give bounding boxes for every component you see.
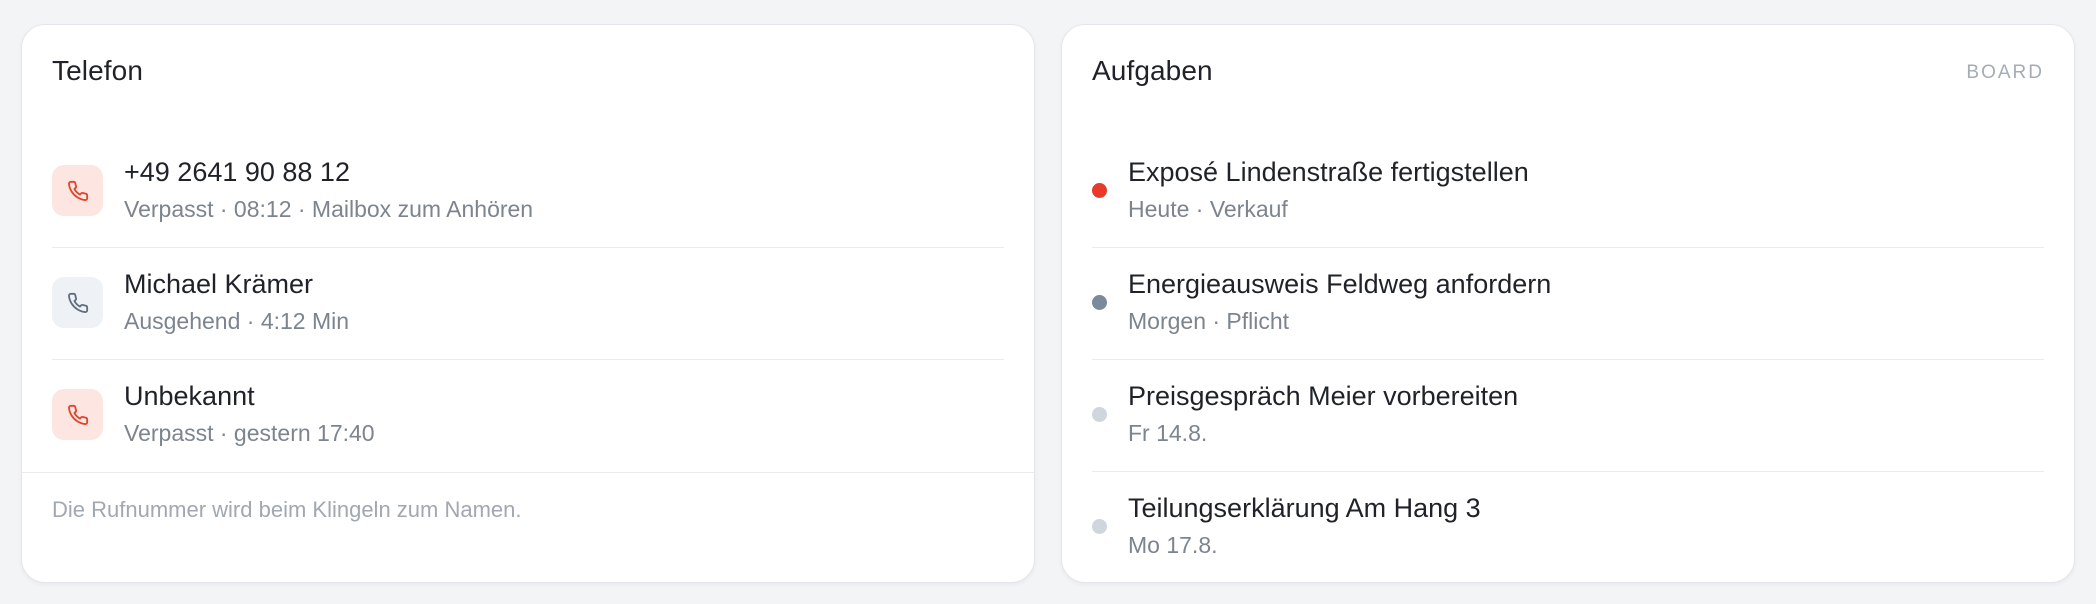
call-list: +49 2641 90 88 12 Verpasst · 08:12 · Mai…	[52, 136, 1004, 472]
task-list: Exposé Lindenstraße fertigstellen Heute …	[1092, 136, 2044, 584]
call-subtitle: Verpasst · 08:12 · Mailbox zum Anhören	[124, 196, 534, 222]
tasks-card-title: Aufgaben	[1092, 55, 1213, 86]
call-subtitle: Ausgehend · 4:12 Min	[124, 308, 350, 334]
priority-dot	[1092, 183, 1107, 198]
task-row[interactable]: Preisgespräch Meier vorbereiten Fr 14.8.	[1092, 360, 2044, 472]
phone-icon	[67, 180, 88, 201]
task-title: Preisgespräch Meier vorbereiten	[1128, 381, 1519, 411]
phone-card-footer: Die Rufnummer wird beim Klingeln zum Nam…	[22, 472, 1034, 582]
call-title: +49 2641 90 88 12	[124, 157, 350, 187]
priority-dot	[1092, 519, 1107, 534]
task-row[interactable]: Energieausweis Feldweg anfordern Morgen …	[1092, 248, 2044, 360]
footer-hint: Die Rufnummer wird beim Klingeln zum Nam…	[52, 497, 522, 522]
phone-card-title: Telefon	[52, 55, 143, 86]
task-subtitle: Morgen · Pflicht	[1128, 308, 1290, 334]
tasks-card: Aufgaben BOARD Exposé Lindenstraße ferti…	[1061, 24, 2075, 583]
task-subtitle: Fr 14.8.	[1128, 420, 1208, 446]
outgoing-call-badge	[52, 277, 103, 328]
phone-card: Telefon +49 2641 90 88 12 Verpasst · 08:…	[21, 24, 1035, 583]
task-subtitle: Mo 17.8.	[1128, 532, 1218, 558]
task-title: Energieausweis Feldweg anfordern	[1128, 269, 1552, 299]
call-row[interactable]: Unbekannt Verpasst · gestern 17:40	[52, 360, 1004, 472]
board-link[interactable]: BOARD	[1966, 62, 2044, 84]
missed-call-badge	[52, 165, 103, 216]
call-title: Michael Krämer	[124, 269, 314, 299]
call-row[interactable]: +49 2641 90 88 12 Verpasst · 08:12 · Mai…	[52, 136, 1004, 248]
call-title: Unbekannt	[124, 381, 255, 411]
task-title: Exposé Lindenstraße fertigstellen	[1128, 157, 1529, 187]
call-row[interactable]: Michael Krämer Ausgehend · 4:12 Min	[52, 248, 1004, 360]
task-row[interactable]: Teilungserklärung Am Hang 3 Mo 17.8.	[1092, 472, 2044, 584]
task-title: Teilungserklärung Am Hang 3	[1128, 493, 1481, 523]
phone-icon	[67, 404, 88, 425]
priority-dot	[1092, 295, 1107, 310]
phone-icon	[67, 292, 88, 313]
call-subtitle: Verpasst · gestern 17:40	[124, 420, 375, 446]
task-subtitle: Heute · Verkauf	[1128, 196, 1288, 222]
priority-dot	[1092, 407, 1107, 422]
task-row[interactable]: Exposé Lindenstraße fertigstellen Heute …	[1092, 136, 2044, 248]
missed-call-badge	[52, 389, 103, 440]
